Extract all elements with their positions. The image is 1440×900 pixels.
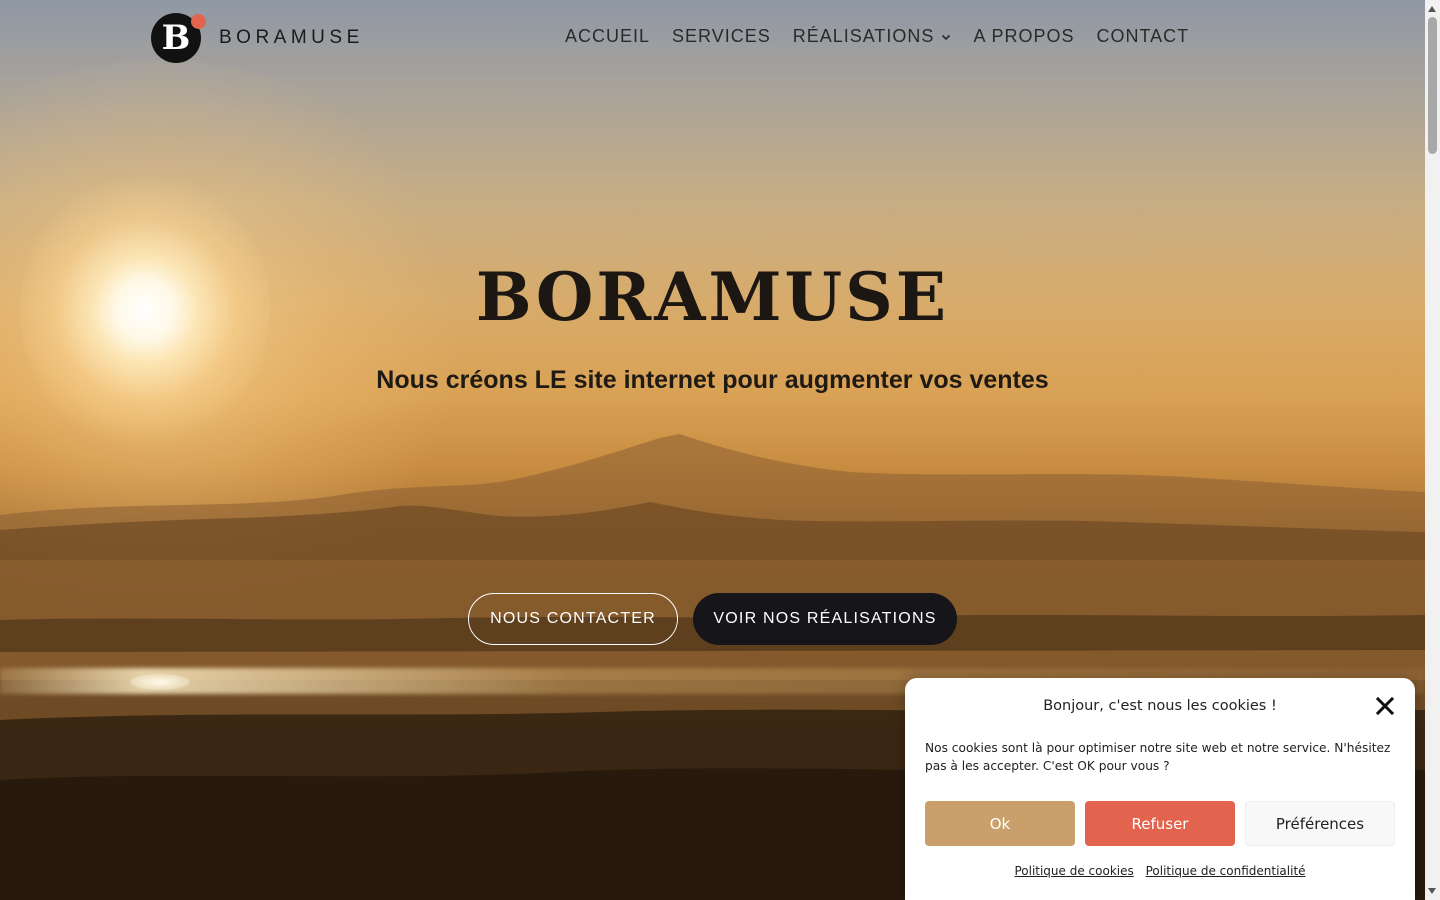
page-scrollbar[interactable] bbox=[1425, 0, 1440, 900]
nav-item-label: RÉALISATIONS bbox=[792, 26, 935, 46]
nav-item-realisations[interactable]: RÉALISATIONS bbox=[793, 26, 952, 47]
logo-dot bbox=[191, 14, 206, 29]
nav-item-accueil[interactable]: ACCUEIL bbox=[565, 26, 650, 47]
cookie-title: Bonjour, c'est nous les cookies ! bbox=[1043, 698, 1277, 714]
view-work-button[interactable]: VOIR NOS RÉALISATIONS bbox=[693, 593, 957, 645]
nav-item-label: ACCUEIL bbox=[565, 26, 651, 46]
main-nav: ACCUEIL SERVICES RÉALISATIONS A PROPOS C… bbox=[565, 26, 1189, 47]
scroll-up-icon[interactable] bbox=[1428, 6, 1436, 12]
cookie-refuse-button[interactable]: Refuser bbox=[1085, 801, 1235, 846]
nav-item-services[interactable]: SERVICES bbox=[672, 26, 771, 47]
chevron-down-icon bbox=[942, 34, 951, 40]
logo-letter: B bbox=[161, 18, 191, 58]
site-logo[interactable]: B BORAMUSE bbox=[151, 13, 364, 63]
hero-subtitle: Nous créons LE site internet pour augmen… bbox=[376, 366, 1049, 394]
cookie-policy-link[interactable]: Politique de cookies bbox=[1014, 864, 1133, 878]
privacy-policy-link[interactable]: Politique de confidentialité bbox=[1146, 864, 1306, 878]
scroll-thumb[interactable] bbox=[1428, 17, 1437, 154]
nav-item-label: CONTACT bbox=[1096, 26, 1190, 46]
logo-text: BORAMUSE bbox=[219, 27, 364, 48]
nav-item-label: A PROPOS bbox=[973, 26, 1075, 46]
cookie-banner: Bonjour, c'est nous les cookies ! Nos co… bbox=[905, 678, 1415, 900]
nav-item-contact[interactable]: CONTACT bbox=[1096, 26, 1189, 47]
scroll-down-icon[interactable] bbox=[1428, 888, 1436, 894]
contact-button[interactable]: NOUS CONTACTER bbox=[468, 593, 678, 645]
nav-item-label: SERVICES bbox=[672, 26, 771, 46]
logo-mark: B bbox=[151, 13, 206, 63]
river-sparkle bbox=[130, 674, 190, 690]
hero-title: BORAMUSE bbox=[475, 258, 950, 336]
cookie-preferences-button[interactable]: Préférences bbox=[1245, 801, 1395, 846]
cookie-text: Nos cookies sont là pour optimiser notre… bbox=[925, 741, 1391, 773]
close-icon[interactable] bbox=[1375, 696, 1395, 716]
cookie-links: Politique de cookies Politique de confid… bbox=[905, 864, 1415, 878]
cookie-ok-button[interactable]: Ok bbox=[925, 801, 1075, 846]
nav-item-a-propos[interactable]: A PROPOS bbox=[973, 26, 1074, 47]
